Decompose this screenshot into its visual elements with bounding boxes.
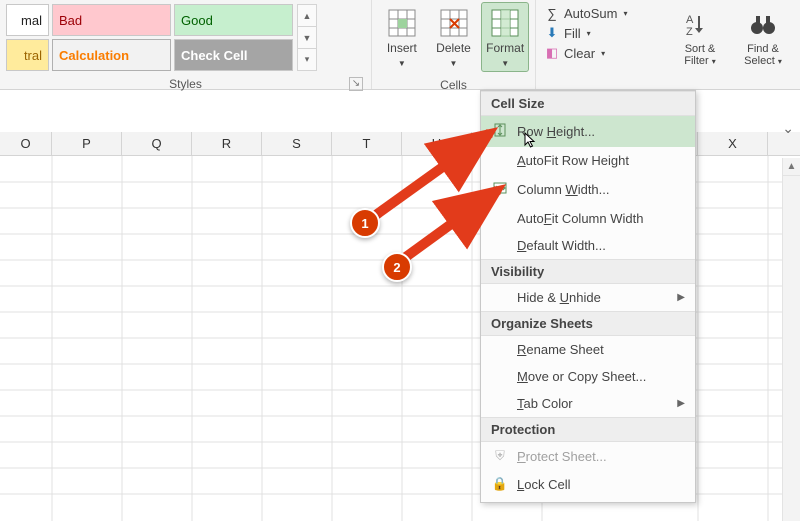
menu-section-cell-size: Cell Size bbox=[481, 91, 695, 116]
shield-icon: ⛨ bbox=[491, 448, 509, 464]
clear-button[interactable]: ◧ Clear ▾ bbox=[542, 43, 607, 63]
menu-item-column-width[interactable]: Column Width... bbox=[481, 174, 695, 205]
gallery-up-icon[interactable]: ▲ bbox=[298, 5, 316, 27]
menu-item-row-height[interactable]: Row Height... bbox=[481, 116, 695, 147]
styles-gallery: mal Bad Good tral Calculation Check Cell bbox=[6, 0, 293, 71]
menu-item-default-width[interactable]: Default Width... bbox=[481, 232, 695, 259]
gallery-down-icon[interactable]: ▼ bbox=[298, 27, 316, 49]
menu-item-protect-sheet[interactable]: ⛨ Protect Sheet... bbox=[481, 442, 695, 470]
menu-item-tab-color[interactable]: Tab Color ▶ bbox=[481, 390, 695, 417]
editing-group: ∑ AutoSum ▾ ⬇ Fill ▾ ◧ Clear ▾ bbox=[536, 0, 666, 89]
scroll-up-icon[interactable]: ▲ bbox=[783, 158, 800, 176]
column-header-O[interactable]: O bbox=[0, 132, 52, 155]
dropdown-icon: ▾ bbox=[623, 9, 627, 18]
styles-group: mal Bad Good tral Calculation Check Cell… bbox=[0, 0, 372, 89]
column-header-R[interactable]: R bbox=[192, 132, 262, 155]
callout-2: 2 bbox=[382, 252, 412, 282]
column-header-P[interactable]: P bbox=[52, 132, 122, 155]
menu-item-autofit-column-width[interactable]: AutoFit Column Width bbox=[481, 205, 695, 232]
styles-gallery-expander: ▲ ▼ ▾ bbox=[297, 4, 317, 71]
menu-item-lock-cell[interactable]: 🔒 Lock Cell bbox=[481, 470, 695, 498]
format-cells-icon bbox=[482, 5, 528, 41]
sort-filter-button[interactable]: AZ Sort &Filter ▾ bbox=[672, 4, 728, 69]
cells-group: Insert▼ Delete▼ Format▼ Cells bbox=[372, 0, 536, 89]
styles-dialog-launcher-icon[interactable]: ↘ bbox=[349, 77, 363, 91]
sort-filter-icon: AZ bbox=[673, 7, 727, 43]
insert-button[interactable]: Insert ▼ bbox=[378, 2, 426, 72]
dropdown-icon: ▼ bbox=[501, 59, 509, 68]
style-tile-normal[interactable]: mal bbox=[6, 4, 49, 36]
menu-item-hide-unhide[interactable]: Hide & Unhide ▶ bbox=[481, 284, 695, 311]
delete-cells-icon bbox=[431, 5, 477, 41]
column-width-icon bbox=[491, 180, 509, 199]
styles-group-label: Styles ↘ bbox=[6, 71, 365, 93]
style-tile-good[interactable]: Good bbox=[174, 4, 293, 36]
fill-down-icon: ⬇ bbox=[544, 25, 560, 41]
column-header-U[interactable]: U bbox=[402, 132, 472, 155]
column-header-T[interactable]: T bbox=[332, 132, 402, 155]
format-dropdown-menu: Cell Size Row Height... AutoFit Row Heig… bbox=[480, 90, 696, 503]
ribbon-collapse-icon[interactable]: ⌄ bbox=[782, 120, 794, 137]
dropdown-icon: ▾ bbox=[778, 57, 782, 66]
dropdown-icon: ▼ bbox=[398, 59, 406, 68]
insert-cells-icon bbox=[379, 5, 425, 41]
menu-item-rename-sheet[interactable]: Rename Sheet bbox=[481, 336, 695, 363]
column-header-S[interactable]: S bbox=[262, 132, 332, 155]
eraser-icon: ◧ bbox=[544, 45, 560, 61]
callout-1: 1 bbox=[350, 208, 380, 238]
menu-section-visibility: Visibility bbox=[481, 259, 695, 284]
style-tile-calculation[interactable]: Calculation bbox=[52, 39, 171, 71]
vertical-scrollbar[interactable]: ▲ bbox=[782, 158, 800, 521]
svg-text:Z: Z bbox=[686, 26, 693, 38]
find-select-button[interactable]: Find &Select ▾ bbox=[734, 4, 792, 69]
column-header-X[interactable]: X bbox=[698, 132, 768, 155]
dropdown-icon: ▾ bbox=[712, 57, 716, 66]
dropdown-icon: ▾ bbox=[587, 29, 591, 38]
ribbon: mal Bad Good tral Calculation Check Cell… bbox=[0, 0, 800, 90]
find-select-label: Find &Select bbox=[744, 43, 779, 67]
sigma-icon: ∑ bbox=[544, 6, 560, 21]
column-header-Q[interactable]: Q bbox=[122, 132, 192, 155]
format-label: Format bbox=[486, 41, 524, 55]
row-height-icon bbox=[491, 122, 509, 141]
menu-section-organize-sheets: Organize Sheets bbox=[481, 311, 695, 336]
sort-filter-label: Sort &Filter bbox=[684, 43, 715, 67]
binoculars-icon bbox=[735, 7, 791, 43]
sortfind-group: AZ Sort &Filter ▾ Find &Select ▾ bbox=[666, 0, 800, 89]
menu-item-autofit-row-height[interactable]: AutoFit Row Height bbox=[481, 147, 695, 174]
autosum-button[interactable]: ∑ AutoSum ▾ bbox=[542, 4, 630, 23]
fill-button[interactable]: ⬇ Fill ▾ bbox=[542, 23, 593, 43]
chevron-right-icon: ▶ bbox=[677, 398, 685, 409]
delete-label: Delete bbox=[436, 41, 471, 55]
menu-item-move-copy-sheet[interactable]: Move or Copy Sheet... bbox=[481, 363, 695, 390]
format-button[interactable]: Format ▼ bbox=[481, 2, 529, 72]
gallery-more-icon[interactable]: ▾ bbox=[298, 49, 316, 70]
delete-button[interactable]: Delete ▼ bbox=[430, 2, 478, 72]
dropdown-icon: ▾ bbox=[601, 49, 605, 58]
style-tile-bad[interactable]: Bad bbox=[52, 4, 171, 36]
style-tile-neutral[interactable]: tral bbox=[6, 39, 49, 71]
lock-icon: 🔒 bbox=[491, 476, 509, 492]
style-tile-check-cell[interactable]: Check Cell bbox=[174, 39, 293, 71]
dropdown-icon: ▼ bbox=[450, 59, 458, 68]
svg-text:A: A bbox=[686, 14, 694, 26]
chevron-right-icon: ▶ bbox=[677, 292, 685, 303]
menu-section-protection: Protection bbox=[481, 417, 695, 442]
insert-label: Insert bbox=[387, 41, 417, 55]
